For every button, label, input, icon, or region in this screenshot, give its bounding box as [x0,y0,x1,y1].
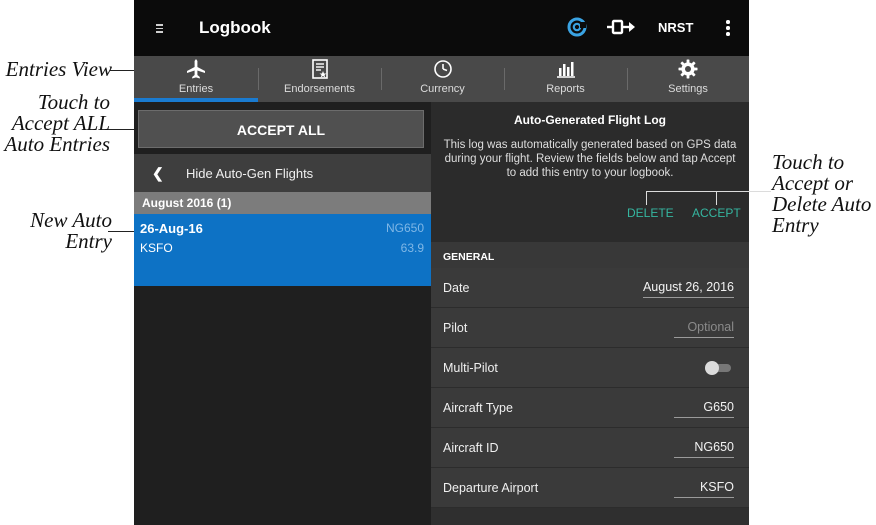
entry-total-time: 63.9 [400,241,424,255]
field-label: Pilot [443,321,468,335]
annotation-new-auto-entry: New Auto Entry [0,210,112,252]
accept-button[interactable]: ACCEPT [692,206,741,220]
section-label: GENERAL [443,251,495,263]
tab-label: Reports [546,83,585,95]
auto-entry-list-item[interactable]: 26-Aug-16 NG650 KSFO 63.9 [134,214,431,286]
tab-label: Entries [178,83,214,95]
tab-label: Currency [420,83,465,95]
hide-auto-gen-label: Hide Auto-Gen Flights [186,166,314,181]
entries-list-pane: ACCEPT ALL ❮ Hide Auto-Gen Flights Augus… [134,102,431,525]
tab-endorsements[interactable]: Endorsements [258,56,381,102]
field-label: Aircraft Type [443,401,513,415]
route-icon[interactable] [606,17,636,42]
accept-all-button[interactable]: ACCEPT ALL [138,110,424,148]
entry-detail-pane: Auto-Generated Flight Log This log was a… [431,102,749,525]
aircraft-id-field[interactable]: NG650 [674,440,734,458]
entry-date: 26-Aug-16 [140,221,203,236]
field-row-aircraft-type[interactable]: Aircraft Type G650 [431,388,749,428]
field-row-aircraft-id[interactable]: Aircraft ID NG650 [431,428,749,468]
field-label: Date [443,281,470,295]
delete-button[interactable]: DELETE [627,206,674,220]
field-label: Departure Airport [443,481,539,495]
annotation-line: Entry [772,213,819,237]
chevron-left-icon: ❮ [152,165,164,181]
endorsement-icon [310,58,330,85]
aircraft-type-field[interactable]: G650 [674,400,734,418]
multi-pilot-toggle[interactable] [705,361,731,375]
field-row-departure-airport[interactable]: Departure Airport KSFO [431,468,749,508]
tab-reports[interactable]: Reports [504,56,627,102]
nrst-button[interactable]: NRST [658,20,693,35]
field-label: Aircraft ID [443,441,499,455]
annotation-line: Entry [65,229,112,253]
annotation-line: Auto Entries [4,132,110,156]
annotation-line: New Auto [30,208,112,232]
garmin-pilot-icon[interactable] [566,16,588,43]
entry-aircraft-id: NG650 [385,221,424,235]
hide-auto-gen-row[interactable]: ❮ Hide Auto-Gen Flights [134,154,431,192]
airplane-icon [185,58,207,85]
bar-chart-icon [555,58,577,85]
field-row-date[interactable]: Date August 26, 2016 [431,268,749,308]
annotation-accept-delete: Touch to Accept or Delete Auto Entry [772,152,876,236]
field-label: Multi-Pilot [443,361,498,375]
tab-bar: Entries Endorsements Currency Reports Se… [134,56,749,102]
tab-label: Settings [668,83,708,95]
auto-generated-banner: Auto-Generated Flight Log This log was a… [431,102,749,242]
top-bar: Logbook NRST [134,0,749,56]
gear-icon [677,58,699,85]
month-header: August 2016 (1) [134,192,431,214]
departure-airport-field[interactable]: KSFO [674,480,734,498]
pilot-field[interactable]: Optional [674,320,734,338]
field-row-multi-pilot[interactable]: Multi-Pilot [431,348,749,388]
banner-title: Auto-Generated Flight Log [514,113,666,127]
date-field[interactable]: August 26, 2016 [642,280,734,298]
annotation-accept-all: Touch to Accept ALL Auto Entries [0,92,110,155]
tab-label: Endorsements [284,83,355,95]
annotation-entries-view: Entries View [5,57,112,81]
app-title: Logbook [199,18,271,37]
leader-line-delete [646,191,647,205]
menu-icon[interactable] [156,24,163,33]
banner-message: This log was automatically generated bas… [443,139,737,179]
field-row-pilot[interactable]: Pilot Optional [431,308,749,348]
leader-line-accept-delete [646,191,771,192]
annotation-line: Accept or [772,171,854,195]
section-header-general: GENERAL [431,242,749,268]
tab-entries[interactable]: Entries [134,56,258,102]
month-label: August 2016 (1) [142,196,232,210]
annotation-line: Touch to [772,150,845,174]
tab-currency[interactable]: Currency [381,56,504,102]
annotation-line: Accept ALL [11,111,110,135]
leader-line-accept [716,191,717,205]
more-options-icon[interactable] [726,20,730,38]
annotation-line: Delete Auto [772,192,872,216]
tab-settings[interactable]: Settings [627,56,749,102]
app-window: Logbook NRST Entries Endorsements Curren… [134,0,749,525]
annotation-line: Touch to [37,90,110,114]
clock-icon [432,58,454,85]
entry-airport: KSFO [140,241,173,255]
